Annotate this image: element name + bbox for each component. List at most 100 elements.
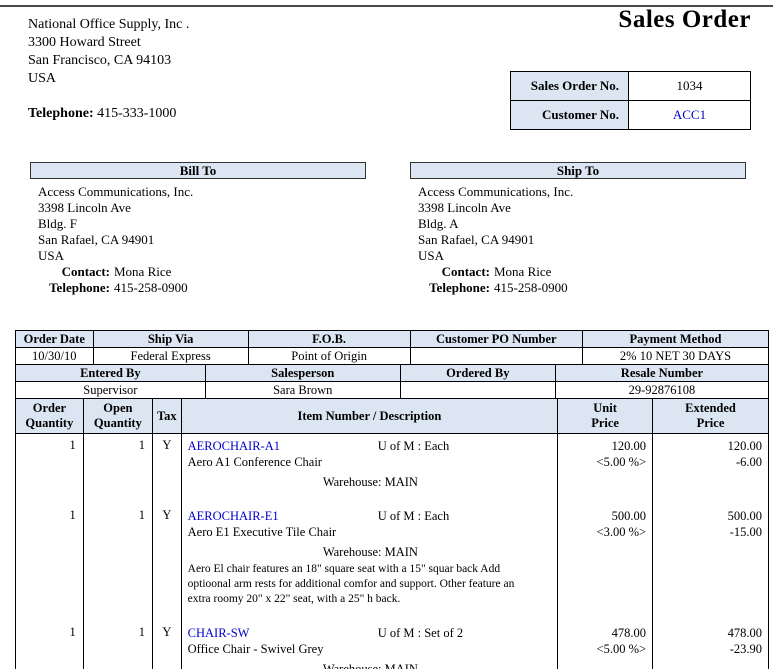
ship-to-header: Ship To: [410, 162, 746, 179]
order-qty-cell: 1: [16, 621, 84, 669]
open-quantity-header: OpenQuantity: [83, 399, 152, 434]
extended-price-cell: 500.00-15.00: [653, 504, 769, 621]
ship-to-phone: Telephone: 415-258-0900: [418, 280, 746, 296]
ship-via-value: Federal Express: [93, 348, 248, 365]
telephone-label: Telephone:: [28, 106, 94, 121]
bill-to-line: 3398 Lincoln Ave: [38, 200, 366, 216]
order-quantity-header: OrderQuantity: [16, 399, 84, 434]
fob-header: F.O.B.: [248, 331, 410, 348]
unit-price-cell: 478.00<5.00 %>: [558, 621, 653, 669]
item-description-cell: AEROCHAIR-E1 U of M : Each Aero E1 Execut…: [181, 504, 558, 621]
ship-via-header: Ship Via: [93, 331, 248, 348]
ship-to-line: USA: [418, 248, 746, 264]
sales-order-document: National Office Supply, Inc . 3300 Howar…: [0, 0, 773, 669]
company-name: National Office Supply, Inc .: [28, 16, 189, 34]
bill-to-block: Bill To Access Communications, Inc. 3398…: [30, 162, 366, 296]
unit-of-measure: U of M : Each: [378, 508, 450, 524]
item-description-cell: CHAIR-SWU of M : Set of 2 Office Chair -…: [181, 621, 558, 669]
contact-value: Mona Rice: [114, 264, 171, 279]
warehouse-line: Warehouse: MAIN: [188, 661, 554, 669]
customer-no-label: Customer No.: [511, 101, 629, 130]
customer-no-row: Customer No. ACC1: [511, 101, 751, 130]
payment-method-value: 2% 10 NET 30 DAYS: [582, 348, 768, 365]
bill-to-line: Access Communications, Inc.: [38, 184, 366, 200]
order-date-value: 10/30/10: [16, 348, 94, 365]
extended-price-cell: 478.00-23.90: [653, 621, 769, 669]
bill-to-contact: Contact:Mona Rice: [38, 264, 366, 280]
company-phone: Telephone: 415-333-1000: [28, 105, 189, 123]
line-items-table: OrderQuantity OpenQuantity Tax Item Numb…: [15, 398, 769, 669]
item-code-link[interactable]: AEROCHAIR-E1: [188, 509, 279, 523]
tax-header: Tax: [153, 399, 182, 434]
line-item-row: 1 1 Y AEROCHAIR-A1U of M : Each Aero A1 …: [16, 434, 769, 505]
unit-of-measure: U of M : Set of 2: [378, 625, 463, 641]
contact-value: Mona Rice: [494, 264, 551, 279]
contact-label: Contact:: [418, 264, 490, 280]
ship-to-line: 3398 Lincoln Ave: [418, 200, 746, 216]
page-title: Sales Order: [618, 6, 751, 34]
ship-to-address: Access Communications, Inc. 3398 Lincoln…: [410, 179, 746, 296]
unit-price-header: UnitPrice: [558, 399, 653, 434]
customer-no-link[interactable]: ACC1: [629, 101, 751, 130]
ship-to-line: San Rafael, CA 94901: [418, 232, 746, 248]
bill-to-address: Access Communications, Inc. 3398 Lincoln…: [30, 179, 366, 296]
bill-to-phone: Telephone: 415-258-0900: [38, 280, 366, 296]
unit-price-cell: 500.00<3.00 %>: [558, 504, 653, 621]
order-info-table-2: Entered By Salesperson Ordered By Resale…: [15, 364, 769, 399]
sales-order-no-value: 1034: [629, 72, 751, 101]
sales-order-no-row: Sales Order No. 1034: [511, 72, 751, 101]
line-item-row: 1 1 Y CHAIR-SWU of M : Set of 2 Office C…: [16, 621, 769, 669]
entered-by-header: Entered By: [16, 365, 206, 382]
telephone-label: Telephone:: [38, 280, 110, 296]
open-qty-cell: 1: [83, 504, 152, 621]
tax-cell: Y: [153, 434, 182, 505]
customer-po-value: [410, 348, 582, 365]
bill-to-line: Bldg. F: [38, 216, 366, 232]
ordered-by-header: Ordered By: [400, 365, 555, 382]
order-qty-cell: 1: [16, 504, 84, 621]
salesperson-value: Sara Brown: [205, 382, 400, 399]
extended-price-header: ExtendedPrice: [653, 399, 769, 434]
telephone-value: 415-258-0900: [494, 280, 568, 295]
tax-cell: Y: [153, 504, 182, 621]
tax-cell: Y: [153, 621, 182, 669]
line-item-row: 1 1 Y AEROCHAIR-E1 U of M : Each Aero E1 …: [16, 504, 769, 621]
item-code-link[interactable]: CHAIR-SW: [188, 626, 250, 640]
payment-method-header: Payment Method: [582, 331, 768, 348]
ship-to-block: Ship To Access Communications, Inc. 3398…: [410, 162, 746, 296]
item-description-cell: AEROCHAIR-A1 U of M : Each Aero A1 Confer…: [181, 434, 558, 505]
resale-number-header: Resale Number: [555, 365, 768, 382]
ship-to-line: Bldg. A: [418, 216, 746, 232]
customer-po-header: Customer PO Number: [410, 331, 582, 348]
item-code-link[interactable]: AEROCHAIR-A1: [188, 439, 280, 453]
item-name: Aero A1 Conference Chair: [188, 454, 554, 470]
bill-to-line: USA: [38, 248, 366, 264]
open-qty-cell: 1: [83, 434, 152, 505]
company-block: National Office Supply, Inc . 3300 Howar…: [28, 16, 189, 123]
open-qty-cell: 1: [83, 621, 152, 669]
warehouse-line: Warehouse: MAIN: [188, 544, 554, 560]
order-tables: Order Date Ship Via F.O.B. Customer PO N…: [15, 330, 769, 669]
company-address-line: USA: [28, 70, 189, 88]
order-info-value-row: Supervisor Sara Brown 29-92876108: [16, 382, 769, 399]
order-number-box: Sales Order No. 1034 Customer No. ACC1: [510, 71, 751, 130]
unit-of-measure: U of M : Each: [378, 438, 450, 454]
ordered-by-value: [400, 382, 555, 399]
order-info-value-row: 10/30/10 Federal Express Point of Origin…: [16, 348, 769, 365]
item-description-header: Item Number / Description: [181, 399, 558, 434]
entered-by-value: Supervisor: [16, 382, 206, 399]
order-info-header-row: Entered By Salesperson Ordered By Resale…: [16, 365, 769, 382]
item-long-description: Aero El chair features an 18" square sea…: [188, 562, 554, 607]
items-header-row: OrderQuantity OpenQuantity Tax Item Numb…: [16, 399, 769, 434]
telephone-value: 415-333-1000: [97, 106, 176, 121]
item-name: Aero E1 Executive Tile Chair: [188, 524, 554, 540]
warehouse-line: Warehouse: MAIN: [188, 474, 554, 490]
sales-order-no-label: Sales Order No.: [511, 72, 629, 101]
company-address-line: 3300 Howard Street: [28, 34, 189, 52]
order-info-table-1: Order Date Ship Via F.O.B. Customer PO N…: [15, 330, 769, 365]
salesperson-header: Salesperson: [205, 365, 400, 382]
telephone-value: 415-258-0900: [114, 280, 188, 295]
telephone-label: Telephone:: [418, 280, 490, 296]
fob-value: Point of Origin: [248, 348, 410, 365]
ship-to-contact: Contact: Mona Rice: [418, 264, 746, 280]
